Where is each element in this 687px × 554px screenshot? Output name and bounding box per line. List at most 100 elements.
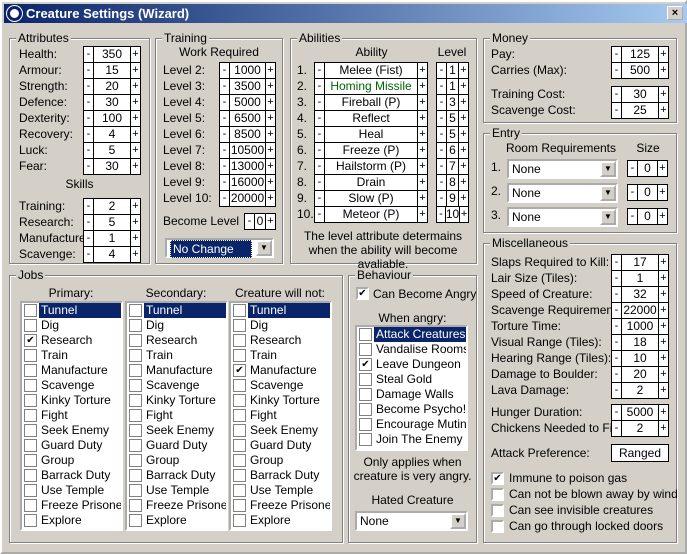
room-requirement-dropdown[interactable]: None ▼ bbox=[507, 159, 618, 179]
decrement-button[interactable]: - bbox=[84, 215, 93, 230]
decrement-button[interactable]: - bbox=[612, 421, 621, 436]
job-item[interactable]: Scavenge bbox=[127, 378, 226, 393]
decrement-button[interactable]: - bbox=[315, 63, 324, 78]
increment-button[interactable]: + bbox=[418, 127, 427, 142]
job-checkbox[interactable] bbox=[129, 424, 142, 437]
spinner-value[interactable]: 5 bbox=[446, 111, 459, 126]
decrement-button[interactable]: - bbox=[220, 143, 229, 158]
job-checkbox[interactable] bbox=[233, 334, 246, 347]
angry-action-checkbox[interactable] bbox=[359, 403, 372, 416]
job-checkbox[interactable] bbox=[24, 319, 37, 332]
job-item[interactable]: Group bbox=[22, 453, 121, 468]
angry-action-checkbox[interactable] bbox=[359, 328, 372, 341]
job-item[interactable]: Kinky Torture bbox=[127, 393, 226, 408]
decrement-button[interactable]: - bbox=[84, 231, 93, 246]
decrement-button[interactable]: - bbox=[315, 143, 324, 158]
increment-button[interactable]: + bbox=[266, 175, 275, 190]
decrement-button[interactable]: - bbox=[628, 161, 637, 176]
job-checkbox[interactable] bbox=[129, 349, 142, 362]
job-checkbox[interactable]: ✔ bbox=[24, 334, 37, 347]
job-checkbox[interactable] bbox=[129, 454, 142, 467]
decrement-button[interactable]: - bbox=[612, 405, 621, 420]
angry-action-checkbox[interactable] bbox=[359, 418, 372, 431]
job-item[interactable]: Tunnel bbox=[127, 303, 226, 318]
flag-checkbox[interactable] bbox=[491, 488, 504, 501]
job-checkbox[interactable] bbox=[233, 304, 246, 317]
job-checkbox[interactable] bbox=[129, 319, 142, 332]
decrement-button[interactable]: - bbox=[315, 111, 324, 126]
job-item[interactable]: Guard Duty bbox=[22, 438, 121, 453]
increment-button[interactable]: + bbox=[418, 79, 427, 94]
decrement-button[interactable]: - bbox=[84, 111, 93, 126]
decrement-button[interactable]: - bbox=[612, 47, 621, 62]
spinner-value[interactable]: 0 bbox=[637, 209, 658, 224]
close-button[interactable]: × bbox=[667, 6, 683, 20]
decrement-button[interactable]: - bbox=[315, 175, 324, 190]
job-item[interactable]: Tunnel bbox=[231, 303, 330, 318]
increment-button[interactable]: + bbox=[418, 191, 427, 206]
decrement-button[interactable]: - bbox=[220, 79, 229, 94]
job-checkbox[interactable] bbox=[24, 469, 37, 482]
spinner-value[interactable]: 10 bbox=[444, 207, 461, 222]
job-item[interactable]: Scavenge bbox=[231, 378, 330, 393]
spinner-value[interactable]: 2 bbox=[93, 199, 131, 214]
job-checkbox[interactable] bbox=[24, 514, 37, 527]
job-item[interactable]: Train bbox=[231, 348, 330, 363]
job-checkbox[interactable] bbox=[24, 394, 37, 407]
spinner-value[interactable]: 30 bbox=[621, 87, 659, 102]
spinner-value[interactable]: 4 bbox=[93, 127, 131, 142]
decrement-button[interactable]: - bbox=[612, 287, 621, 302]
increment-button[interactable]: + bbox=[418, 95, 427, 110]
decrement-button[interactable]: - bbox=[315, 207, 324, 222]
spinner-value[interactable]: Slow (P) bbox=[324, 191, 418, 206]
increment-button[interactable]: + bbox=[659, 63, 668, 78]
angry-action-item[interactable]: Attack Creatures bbox=[357, 327, 466, 342]
angry-action-item[interactable]: Damage Walls bbox=[357, 387, 466, 402]
job-checkbox[interactable] bbox=[233, 409, 246, 422]
decrement-button[interactable]: - bbox=[315, 127, 324, 142]
increment-button[interactable]: + bbox=[131, 63, 140, 78]
increment-button[interactable]: + bbox=[459, 63, 468, 78]
spinner-value[interactable]: 1000 bbox=[621, 319, 659, 334]
increment-button[interactable]: + bbox=[460, 207, 468, 222]
angry-action-checkbox[interactable] bbox=[359, 433, 372, 446]
spinner-value[interactable]: 15 bbox=[93, 63, 131, 78]
decrement-button[interactable]: - bbox=[84, 63, 93, 78]
increment-button[interactable]: + bbox=[131, 247, 140, 262]
angry-action-item[interactable]: Vandalise Rooms bbox=[357, 342, 466, 357]
decrement-button[interactable]: - bbox=[612, 351, 621, 366]
spinner-value[interactable]: 22000 bbox=[621, 303, 659, 318]
spinner-value[interactable]: 3500 bbox=[229, 79, 266, 94]
angry-action-checkbox[interactable]: ✔ bbox=[359, 358, 372, 371]
spinner-value[interactable]: 20 bbox=[93, 79, 131, 94]
jobs-list-1[interactable]: Tunnel Dig Research Train Manufacture Scaveng… bbox=[125, 301, 228, 531]
job-checkbox[interactable] bbox=[24, 424, 37, 437]
spinner-value[interactable]: 6 bbox=[446, 143, 459, 158]
increment-button[interactable]: + bbox=[459, 191, 468, 206]
decrement-button[interactable]: - bbox=[220, 159, 229, 174]
decrement-button[interactable]: - bbox=[612, 383, 621, 398]
room-requirement-dropdown[interactable]: None ▼ bbox=[507, 207, 618, 227]
angry-action-item[interactable]: Encourage Mutiny bbox=[357, 417, 466, 432]
decrement-button[interactable]: - bbox=[437, 159, 446, 174]
decrement-button[interactable]: - bbox=[628, 185, 637, 200]
job-item[interactable]: Seek Enemy bbox=[22, 423, 121, 438]
job-checkbox[interactable] bbox=[233, 454, 246, 467]
spinner-value[interactable]: 3 bbox=[446, 95, 459, 110]
job-checkbox[interactable] bbox=[24, 349, 37, 362]
angry-action-checkbox[interactable] bbox=[359, 343, 372, 356]
decrement-button[interactable]: - bbox=[245, 214, 254, 229]
job-checkbox[interactable] bbox=[129, 499, 142, 512]
chevron-down-icon[interactable]: ▼ bbox=[450, 513, 466, 529]
job-checkbox[interactable] bbox=[24, 409, 37, 422]
job-item[interactable]: Barrack Duty bbox=[231, 468, 330, 483]
job-item[interactable]: Kinky Torture bbox=[231, 393, 330, 408]
spinner-value[interactable]: 17 bbox=[621, 255, 659, 270]
increment-button[interactable]: + bbox=[658, 161, 667, 176]
spinner-value[interactable]: Freeze (P) bbox=[324, 143, 418, 158]
spinner-value[interactable]: 13000 bbox=[229, 159, 266, 174]
chevron-down-icon[interactable]: ▼ bbox=[600, 185, 616, 201]
increment-button[interactable]: + bbox=[659, 271, 668, 286]
decrement-button[interactable]: - bbox=[612, 335, 621, 350]
job-checkbox[interactable] bbox=[233, 394, 246, 407]
